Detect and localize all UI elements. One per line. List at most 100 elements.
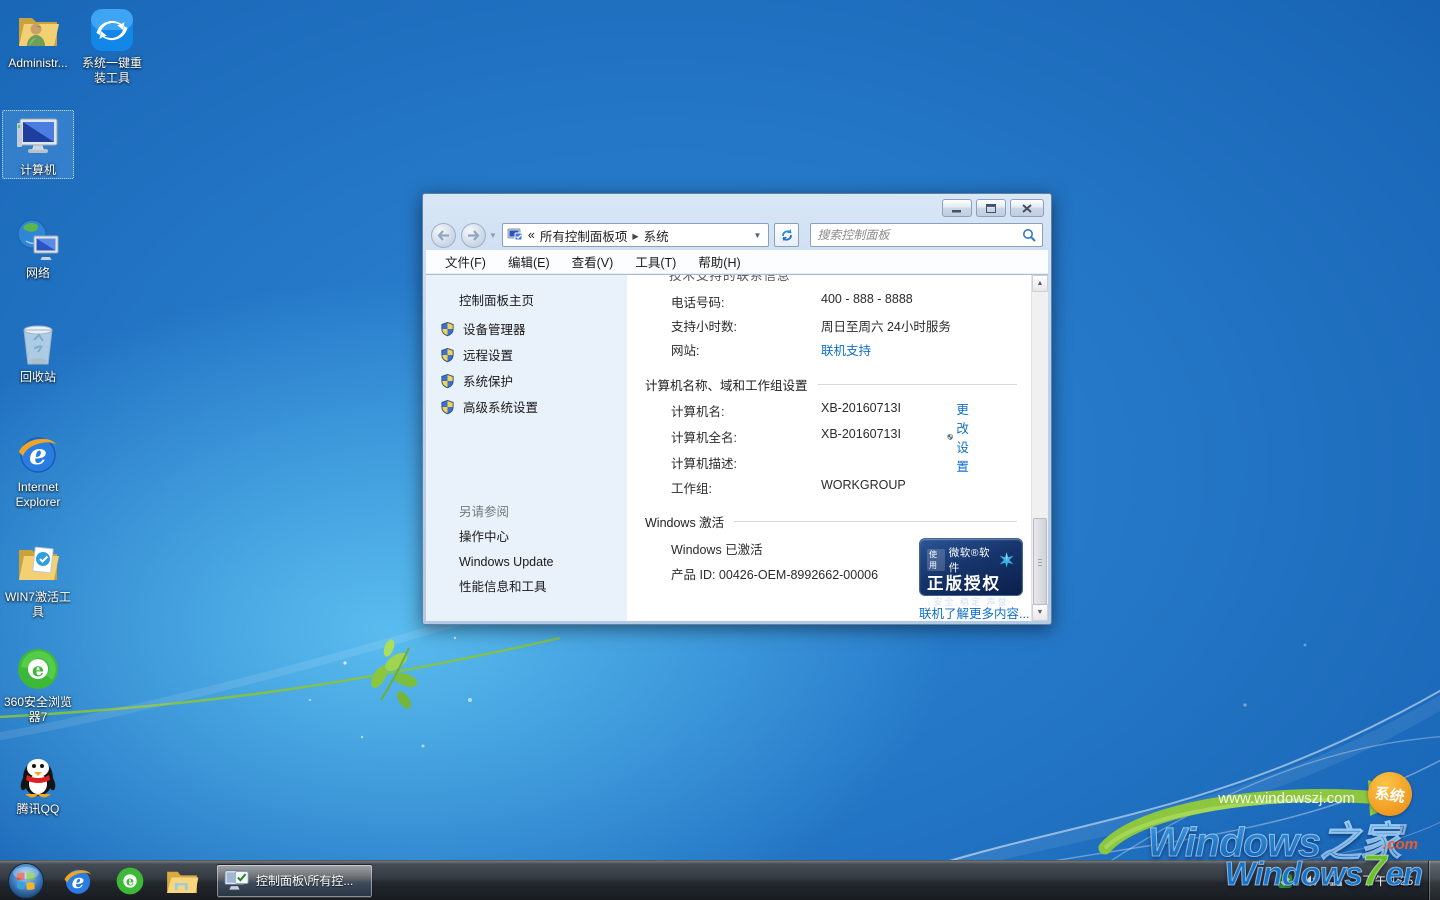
desktop-icon-computer[interactable]: 计算机 — [2, 110, 74, 179]
maximize-button[interactable] — [976, 199, 1006, 217]
close-button[interactable] — [1010, 199, 1044, 217]
desktop-icon-network[interactable]: 网络 — [2, 216, 74, 281]
window-titlebar[interactable] — [423, 194, 1051, 220]
fullname-label: 计算机全名: — [671, 427, 821, 446]
breadcrumb-all-items[interactable]: 所有控制面板项 — [540, 226, 628, 245]
forward-button[interactable] — [461, 223, 486, 248]
scroll-down-button[interactable]: ▼ — [1032, 604, 1048, 621]
computer-icon — [14, 113, 62, 161]
desktop-icon-360-browser[interactable]: e 360安全浏览 器7 — [2, 645, 74, 725]
badge-main-label: 正版授权 — [927, 575, 1015, 594]
icon-label: Internet — [2, 480, 74, 495]
svg-text:e: e — [32, 659, 44, 681]
minimize-icon — [952, 204, 962, 213]
desktop-icon-recycle-bin[interactable]: 回收站 — [2, 320, 74, 385]
activation-status-row: Windows 已激活 — [671, 539, 763, 558]
address-dropdown-icon[interactable]: ▼ — [751, 231, 765, 240]
svg-text:e: e — [126, 873, 134, 888]
menu-help[interactable]: 帮助(H) — [687, 249, 751, 274]
breadcrumb-chevrons[interactable]: « — [528, 228, 535, 242]
taskbar: e e 控制面板\所有控... — [0, 860, 1440, 900]
scrollbar-track[interactable] — [1032, 292, 1048, 604]
navigation-bar: ▼ « 所有控制面板项 ▸ 系统 ▼ — [423, 220, 1051, 250]
phone-row: 电话号码: 400 - 888 - 8888 — [671, 292, 913, 311]
sidebar-item-label: 设备管理器 — [463, 319, 526, 338]
network-icon — [14, 216, 62, 264]
phone-label: 电话号码: — [671, 292, 821, 311]
hours-label: 支持小时数: — [671, 316, 821, 335]
desktop-icon-administrator[interactable]: Administr... — [2, 6, 74, 71]
task-button-label: 控制面板\所有控... — [256, 872, 353, 889]
online-support-link[interactable]: 联机支持 — [821, 340, 871, 359]
change-settings-link[interactable]: 更改设置 — [956, 399, 977, 475]
taskbar-task-control-panel[interactable]: 控制面板\所有控... — [216, 864, 373, 898]
website-label: 网站: — [671, 340, 821, 359]
icon-label-line2: 装工具 — [76, 71, 148, 86]
back-button[interactable] — [431, 223, 456, 248]
vertical-scrollbar[interactable]: ▲ ▼ — [1031, 275, 1048, 621]
watermark-dotcom: .com — [1383, 836, 1418, 853]
sidebar-item-performance-tools[interactable]: 性能信息和工具 — [426, 576, 627, 601]
workgroup-value: WORKGROUP — [821, 478, 906, 497]
refresh-button[interactable] — [774, 223, 799, 247]
menu-bar: 文件(F) 编辑(E) 查看(V) 工具(T) 帮助(H) — [426, 250, 1048, 274]
tray-antivirus-icon[interactable] — [1277, 873, 1293, 889]
icon-label: 360安全浏览 — [2, 695, 74, 710]
sidebar-item-windows-update[interactable]: Windows Update — [426, 551, 627, 576]
sidebar-item-advanced-settings[interactable]: 高级系统设置 — [426, 394, 627, 419]
taskbar-clock[interactable]: 下午 1:25 — [1352, 874, 1424, 888]
menu-view[interactable]: 查看(V) — [561, 249, 625, 274]
icon-label-line2: 具 — [2, 605, 74, 620]
uac-shield-icon — [440, 321, 455, 337]
see-also-header: 另请参阅 — [426, 501, 627, 526]
icon-label: 网络 — [2, 266, 74, 281]
address-bar[interactable]: « 所有控制面板项 ▸ 系统 ▼ — [502, 223, 770, 247]
hours-value: 周日至周六 24小时服务 — [821, 316, 951, 335]
show-desktop-button[interactable] — [1428, 861, 1440, 900]
genuine-software-badge[interactable]: 使用 微软®软件 正版授权 安全 稳定 声誉 — [919, 538, 1023, 596]
support-hours-row: 支持小时数: 周日至周六 24小时服务 — [671, 316, 951, 335]
history-dropdown-icon[interactable]: ▼ — [489, 231, 497, 240]
icon-label: 计算机 — [3, 163, 73, 178]
menu-edit[interactable]: 编辑(E) — [497, 249, 561, 274]
desktop-icon-internet-explorer[interactable]: e Internet Explorer — [2, 430, 74, 510]
vine-sprig-decoration — [368, 638, 420, 711]
sidebar-item-system-protection[interactable]: 系统保护 — [426, 368, 627, 393]
icon-label-line2: 器7 — [2, 710, 74, 725]
tray-volume-icon[interactable] — [1302, 873, 1318, 889]
sidebar-item-action-center[interactable]: 操作中心 — [426, 526, 627, 551]
taskbar-360-browser[interactable]: e — [104, 861, 156, 900]
scroll-up-button[interactable]: ▲ — [1032, 275, 1048, 292]
desktop-icon-reinstall-tool[interactable]: 系统一键重 装工具 — [76, 6, 148, 86]
start-button[interactable] — [0, 861, 52, 900]
sidebar-item-remote-settings[interactable]: 远程设置 — [426, 342, 627, 367]
search-box[interactable] — [810, 223, 1043, 247]
icon-label: 系统一键重 — [76, 56, 148, 71]
product-id-row: 产品 ID: 00426-OEM-8992662-00006 — [671, 564, 878, 583]
icon-label: 回收站 — [2, 370, 74, 385]
badge-use-label: 使用 — [927, 549, 945, 571]
minimize-button[interactable] — [942, 199, 972, 217]
system-control-panel-window: ▼ « 所有控制面板项 ▸ 系统 ▼ — [422, 193, 1052, 625]
menu-tools[interactable]: 工具(T) — [624, 249, 687, 274]
sidebar-item-device-manager[interactable]: 设备管理器 — [426, 316, 627, 341]
website-row: 网站: 联机支持 — [671, 340, 871, 359]
sidebar-item-home[interactable]: 控制面板主页 — [426, 291, 627, 315]
computer-name-label: 计算机名: — [671, 401, 821, 420]
recycle-bin-icon — [14, 320, 62, 368]
sidebar-item-label: 远程设置 — [463, 345, 513, 364]
tray-network-icon[interactable] — [1327, 873, 1343, 889]
breadcrumb-system[interactable]: 系统 — [644, 226, 669, 245]
desktop-icon-win7-activator[interactable]: WIN7激活工 具 — [2, 540, 74, 620]
taskbar-internet-explorer[interactable]: e — [52, 861, 104, 900]
desktop-icon-tencent-qq[interactable]: 腾讯QQ — [2, 752, 74, 817]
maximize-icon — [986, 204, 996, 213]
computer-name-row: 计算机名: XB-20160713I 更改设置 — [671, 401, 901, 420]
scrollbar-thumb[interactable] — [1033, 518, 1047, 605]
badge-brand-label: 微软®软件 — [949, 545, 994, 575]
learn-more-online-link[interactable]: 联机了解更多内容... — [919, 603, 1029, 621]
search-input[interactable] — [817, 228, 1022, 242]
menu-file[interactable]: 文件(F) — [434, 249, 497, 274]
taskbar-explorer-folder[interactable] — [156, 861, 208, 900]
uac-shield-icon — [440, 399, 455, 415]
